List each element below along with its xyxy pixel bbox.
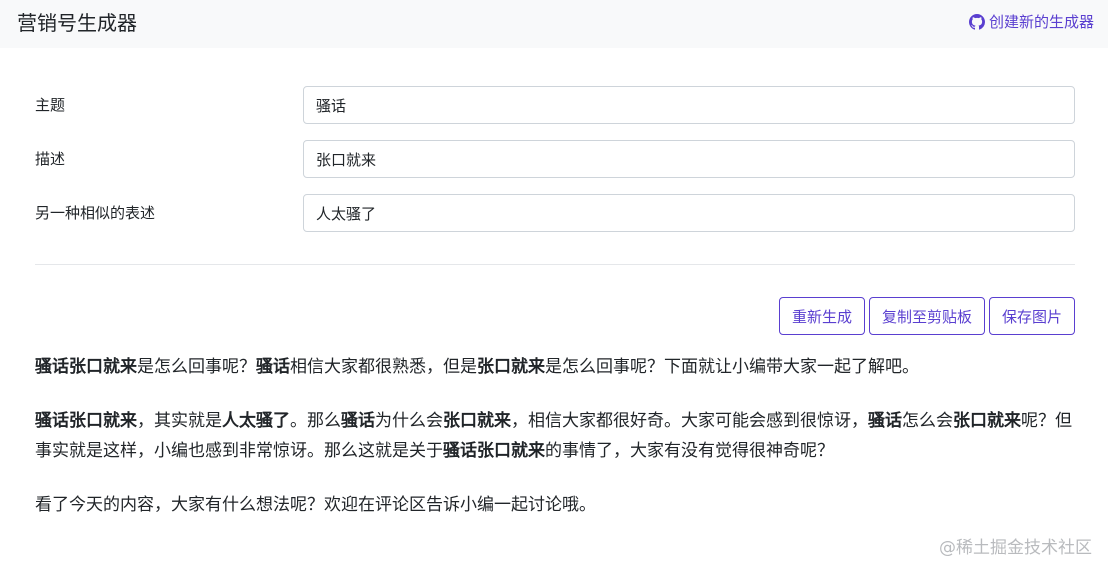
topic-label: 主题 xyxy=(35,96,66,114)
article-paragraph-3: 看了今天的内容，大家有什么想法呢？欢迎在评论区告诉小编一起讨论哦。 xyxy=(35,495,596,515)
highlight-text: 张口就来 xyxy=(443,411,511,431)
description-row: 描述 xyxy=(35,140,1075,178)
description-input[interactable] xyxy=(303,140,1075,178)
article-paragraph-1: 骚话张口就来是怎么回事呢？骚话相信大家都很熟悉，但是张口就来是怎么回事呢？下面就… xyxy=(35,352,1080,382)
top-navbar: 营销号生成器 创建新的生成器 xyxy=(0,0,1108,48)
highlight-text: 骚话张口就来 xyxy=(35,411,137,431)
article-text: ，相信大家都很好奇。大家可能会感到很惊讶， xyxy=(511,411,868,431)
alternative-input[interactable] xyxy=(303,194,1075,232)
divider xyxy=(35,264,1075,265)
topic-input[interactable] xyxy=(303,86,1075,124)
highlight-text: 骚话张口就来 xyxy=(443,441,545,461)
article-text: 为什么会 xyxy=(375,411,443,431)
highlight-text: 骚话 xyxy=(341,411,375,431)
article-text: 是怎么回事呢？ xyxy=(137,357,256,377)
regenerate-button[interactable]: 重新生成 xyxy=(778,297,865,335)
app-title: 营销号生成器 xyxy=(17,11,137,35)
article-text: 相信大家都很熟悉，但是 xyxy=(290,357,477,377)
watermark: @稀土掘金技术社区 xyxy=(939,538,1092,558)
article-paragraph-2: 骚话张口就来，其实就是人太骚了。那么骚话为什么会张口就来，相信大家都很好奇。大家… xyxy=(35,406,1080,466)
article-text: 的事情了，大家有没有觉得很神奇呢？ xyxy=(545,441,834,461)
highlight-text: 骚话 xyxy=(256,357,290,377)
create-generator-label: 创建新的生成器 xyxy=(988,13,1094,31)
generated-article: 骚话张口就来是怎么回事呢？骚话相信大家都很熟悉，但是张口就来是怎么回事呢？下面就… xyxy=(35,352,1080,544)
article-text: 怎么会 xyxy=(902,411,953,431)
save-image-button[interactable]: 保存图片 xyxy=(988,297,1075,335)
copy-to-clipboard-button[interactable]: 复制至剪贴板 xyxy=(868,297,985,335)
article-text: ，其实就是 xyxy=(137,411,222,431)
highlight-text: 张口就来 xyxy=(477,357,545,377)
create-generator-link[interactable]: 创建新的生成器 xyxy=(968,12,1094,32)
highlight-text: 张口就来 xyxy=(953,411,1021,431)
article-text: 是怎么回事呢？下面就让小编带大家一起了解吧。 xyxy=(545,357,919,377)
alternative-row: 另一种相似的表述 xyxy=(35,194,1075,232)
github-icon xyxy=(968,14,985,30)
article-text: 。那么 xyxy=(290,411,341,431)
highlight-text: 人太骚了 xyxy=(222,411,290,431)
action-buttons: 重新生成 复制至剪贴板 保存图片 xyxy=(778,297,1075,335)
alternative-label: 另一种相似的表述 xyxy=(35,204,156,222)
highlight-text: 骚话 xyxy=(868,411,902,431)
highlight-text: 骚话张口就来 xyxy=(35,357,137,377)
topic-row: 主题 xyxy=(35,86,1075,124)
description-label: 描述 xyxy=(35,150,66,168)
